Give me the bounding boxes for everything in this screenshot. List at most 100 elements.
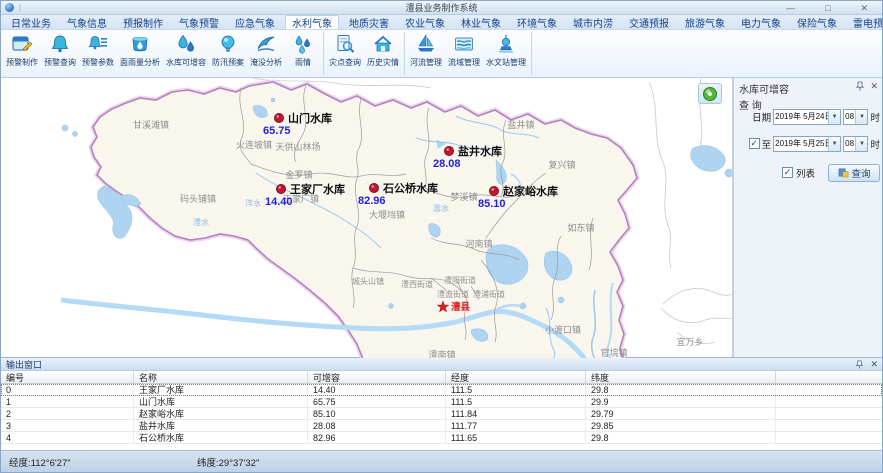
status-longitude: 经度:112°6'27"	[9, 455, 197, 469]
date-from-row: 日期 2019年 5月24日 ▼ 08 ▼ 时	[740, 108, 880, 125]
reservoir-name: 赵家峪水库	[502, 184, 558, 198]
green-locate-icon	[702, 86, 718, 102]
table-cell: 29.8	[586, 384, 776, 395]
query-button-icon	[838, 167, 849, 178]
hour-from-value: 08	[844, 110, 855, 124]
reservoir-name: 山门水库	[288, 111, 332, 125]
menu-tab-10[interactable]: 环境气象	[511, 15, 563, 29]
date-from-combo[interactable]: 2019年 5月24日 ▼	[773, 109, 841, 125]
column-header-4[interactable]: 经度	[446, 371, 586, 383]
town-label: 澧西街道	[401, 279, 433, 289]
status-bar: 经度:112°6'27" 纬度:29°37'32"	[1, 450, 882, 472]
pin-icon[interactable]	[855, 360, 864, 369]
dot-highlight	[492, 188, 494, 190]
grid-body: 0王家厂水库14.40111.529.81山门水库65.75111.529.92…	[1, 384, 882, 444]
wave-icon	[255, 33, 277, 55]
town-label: 澧阳街道	[444, 275, 476, 285]
dot-highlight	[447, 148, 449, 150]
panel-close-icon[interactable]: ✕	[870, 360, 878, 369]
column-header-2[interactable]: 名称	[134, 371, 308, 383]
town-label: 城头山镇	[352, 276, 384, 286]
menu-tab-1[interactable]: 日常业务	[5, 15, 57, 29]
bell-button[interactable]: 预警查询	[41, 30, 79, 77]
date-to-value: 2019年 5月25日	[774, 137, 828, 151]
column-header-5[interactable]: 纬度	[586, 371, 776, 383]
table-row[interactable]: 0王家厂水库14.40111.529.8	[1, 384, 882, 396]
menu-tab-4[interactable]: 气象预警	[173, 15, 225, 29]
menu-tab-13[interactable]: 旅游气象	[679, 15, 731, 29]
table-row[interactable]: 3盐井水库28.08111.7729.85	[1, 420, 882, 432]
menu-tab-12[interactable]: 交通预报	[623, 15, 675, 29]
hour-from-combo[interactable]: 08 ▼	[843, 109, 868, 125]
pin-icon[interactable]	[855, 81, 865, 91]
menu-tab-16[interactable]: 雷电预警	[847, 15, 883, 29]
calendar-edit-button[interactable]: 预警制作	[3, 30, 41, 77]
town-label: 小渡口镇	[545, 324, 581, 335]
map-area[interactable]: 澧水涔水澹水 甘溪滩镇火连坡镇天供山林场金罗镇盐井镇复兴镇码头铺镇王家厂镇大堰垱…	[1, 78, 734, 357]
close-button[interactable]: ✕	[860, 1, 868, 15]
app-icon	[5, 3, 14, 12]
table-row[interactable]: 1山门水库65.75111.529.9	[1, 396, 882, 408]
toolbar-item-label: 水库可增容	[166, 57, 206, 68]
town-label: 盐井镇	[507, 119, 534, 130]
house-db-button[interactable]: 历史灾情	[364, 30, 402, 77]
bulb-button[interactable]: 防汛预案	[209, 30, 247, 77]
waves-button[interactable]: 流域管理	[445, 30, 483, 77]
doc-search-button[interactable]: 灾点查询	[326, 30, 364, 77]
table-cell: 111.84	[446, 408, 586, 419]
reservoir-name: 王家厂水库	[290, 182, 345, 196]
bell-list-button[interactable]: 预警参数	[79, 30, 117, 77]
maximize-button[interactable]: □	[825, 1, 830, 15]
county-land	[91, 82, 637, 359]
county-map[interactable]: 澧水涔水澹水 甘溪滩镇火连坡镇天供山林场金罗镇盐井镇复兴镇码头铺镇王家厂镇大堰垱…	[1, 78, 732, 359]
menu-tab-2[interactable]: 气象信息	[61, 15, 113, 29]
dot-highlight	[279, 186, 281, 188]
reservoir-value: 28.08	[433, 158, 461, 170]
rain-button[interactable]: 雨情	[285, 30, 321, 77]
table-cell: 29.8	[586, 432, 776, 443]
bell-list-icon	[87, 33, 109, 55]
buoy-button[interactable]: 水文站管理	[483, 30, 529, 77]
query-panel: ✕ 水库可增容 查 询 日期 2019年 5月24日 ▼ 08 ▼ 时	[734, 78, 882, 357]
panel-close-icon[interactable]: ✕	[870, 82, 878, 91]
menu-tab-8[interactable]: 农业气象	[399, 15, 451, 29]
chevron-down-icon: ▼	[855, 137, 867, 151]
town-label: 官垸镇	[600, 347, 627, 358]
to-checkbox[interactable]: ✓	[749, 138, 760, 149]
menu-tab-14[interactable]: 电力气象	[735, 15, 787, 29]
table-row[interactable]: 2赵家峪水库85.10111.8429.79	[1, 408, 882, 420]
gauge-drop-button[interactable]: 面雨量分析	[117, 30, 163, 77]
table-cell: 111.77	[446, 420, 586, 431]
menu-tab-15[interactable]: 保险气象	[791, 15, 843, 29]
menu-tab-7[interactable]: 地质灾害	[343, 15, 395, 29]
query-button-label: 查询	[852, 166, 871, 180]
column-header-3[interactable]: 可增容	[308, 371, 446, 383]
town-label: 金罗镇	[285, 169, 312, 180]
list-checkbox[interactable]: ✓	[782, 167, 793, 178]
hour-to-combo[interactable]: 08 ▼	[843, 136, 868, 152]
app-window: | 澧县业务制作系统 — □ ✕ 日常业务气象信息预报制作气象预警应急气象水利气…	[0, 0, 883, 473]
map-locate-button[interactable]	[698, 83, 722, 104]
table-row[interactable]: 4石公桥水库82.96111.6529.8	[1, 432, 882, 444]
boat-button[interactable]: 河流管理	[407, 30, 445, 77]
date-to-combo[interactable]: 2019年 5月25日 ▼	[773, 136, 841, 152]
minimize-button[interactable]: —	[786, 1, 795, 15]
menu-tab-11[interactable]: 城市内涝	[567, 15, 619, 29]
column-header-1[interactable]: 编号	[1, 371, 134, 383]
menu-tab-3[interactable]: 预报制作	[117, 15, 169, 29]
toolbar-item-label: 预警查询	[44, 57, 76, 68]
table-cell: 4	[1, 432, 134, 443]
reservoir-name: 石公桥水库	[382, 181, 438, 195]
query-button[interactable]: 查询	[828, 164, 880, 182]
date-from-value: 2019年 5月24日	[774, 110, 828, 124]
county-seat-label: 澧县	[451, 301, 471, 313]
menu-tab-6-active[interactable]: 水利气象	[285, 15, 339, 29]
grid-header: 编号名称可增容经度纬度	[1, 371, 882, 384]
table-cell: 29.85	[586, 420, 776, 431]
rain-icon	[292, 33, 314, 55]
menu-tab-9[interactable]: 林业气象	[455, 15, 507, 29]
menu-tab-5[interactable]: 应急气象	[229, 15, 281, 29]
wave-button[interactable]: 淹没分析	[247, 30, 285, 77]
table-cell: 王家厂水库	[134, 384, 308, 395]
drops-button[interactable]: 水库可增容	[163, 30, 209, 77]
